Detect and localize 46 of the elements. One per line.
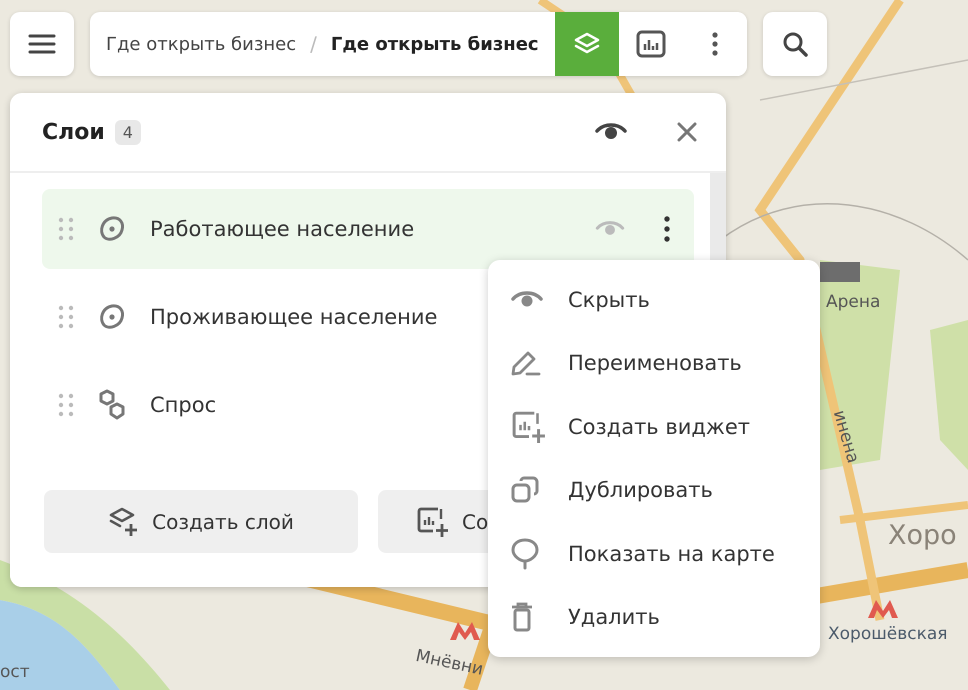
street-label: инена xyxy=(828,408,863,466)
district-label: Хоро xyxy=(888,520,957,551)
place-label: Арена xyxy=(826,292,880,312)
drag-handle-icon xyxy=(56,303,76,331)
metro-icon xyxy=(868,600,898,618)
layer-name: Проживающее население xyxy=(150,305,438,329)
menu-icon xyxy=(28,33,56,55)
layer-count: 4 xyxy=(114,120,141,144)
close-icon xyxy=(676,121,698,143)
search-button[interactable] xyxy=(762,12,827,76)
layer-item[interactable]: Работающее население xyxy=(42,189,694,269)
layer-name: Спрос xyxy=(150,393,218,417)
layer-name: Работающее население xyxy=(150,217,416,241)
chart-icon xyxy=(636,30,666,58)
more-icon xyxy=(712,32,718,56)
street-label: Мнёвни xyxy=(414,646,485,680)
eye-icon xyxy=(594,122,628,142)
search-icon xyxy=(780,30,809,58)
polygon-icon xyxy=(98,303,126,331)
duplicate-icon xyxy=(510,475,540,506)
menu-button[interactable] xyxy=(10,12,74,76)
current-breadcrumb: Где открыть бизнес xyxy=(330,34,539,54)
hexagons-icon xyxy=(98,389,126,421)
menu-item[interactable]: Дублировать xyxy=(488,458,820,522)
polygon-icon xyxy=(98,215,126,243)
widget-add-icon xyxy=(416,506,450,538)
metro-icon xyxy=(450,622,480,640)
more-icon[interactable] xyxy=(664,216,670,242)
drag-handle-icon xyxy=(56,215,76,243)
menu-item[interactable]: Создать виджет xyxy=(488,395,820,458)
widget-add-icon xyxy=(510,410,548,444)
metro-station-label: Хорошёвская xyxy=(828,624,948,644)
menu-item[interactable]: Переименовать xyxy=(488,332,820,395)
menu-item[interactable]: Показать на карте xyxy=(488,522,820,586)
create-layer-button[interactable]: Создать слой xyxy=(44,490,358,553)
widgets-button[interactable] xyxy=(618,12,683,76)
place-label: ост xyxy=(0,662,30,682)
breadcrumb-link[interactable]: Где открыть бизнес xyxy=(106,34,296,54)
menu-item[interactable]: Скрыть xyxy=(488,268,820,332)
panel-title: Слои xyxy=(42,120,105,144)
pencil-icon xyxy=(510,349,542,378)
lasso-icon xyxy=(510,538,540,570)
drag-handle-icon xyxy=(56,391,76,419)
menu-item[interactable]: Удалить xyxy=(488,586,820,649)
trash-icon xyxy=(510,602,534,632)
breadcrumb-separator: / xyxy=(310,32,317,56)
